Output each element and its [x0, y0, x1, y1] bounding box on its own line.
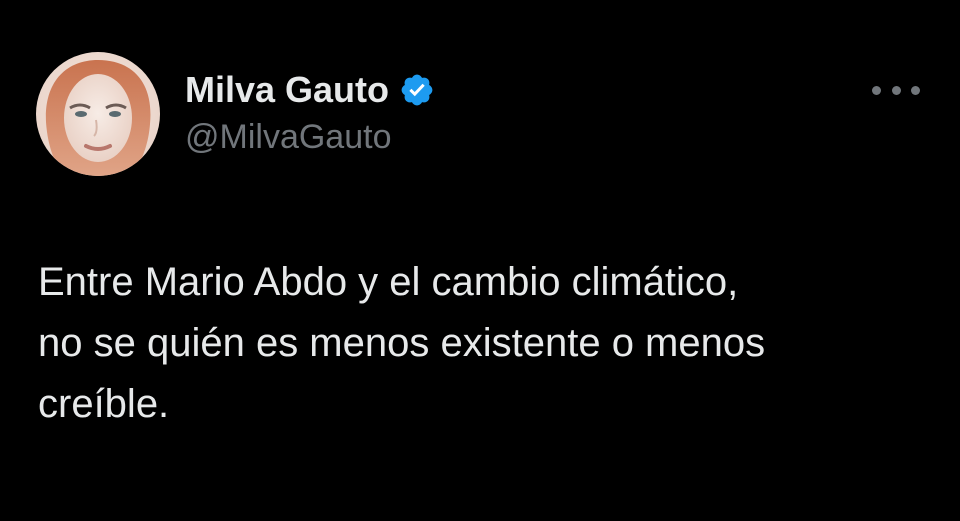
tweet-text: Entre Mario Abdo y el cambio climático, … — [38, 252, 928, 435]
tweet-text-line: Entre Mario Abdo y el cambio climático, — [38, 260, 739, 304]
display-name[interactable]: Milva Gauto — [185, 69, 389, 111]
more-dot — [911, 85, 920, 95]
more-dot — [872, 85, 881, 95]
verified-badge-icon[interactable] — [399, 72, 435, 108]
more-horizontal-icon[interactable] — [872, 76, 920, 104]
profile-photo — [36, 52, 160, 176]
tweet-text-line: no se quién es menos existente o menos — [38, 321, 766, 365]
avatar[interactable] — [36, 52, 160, 176]
author-name-row: Milva Gauto — [185, 66, 435, 114]
author-handle[interactable]: @MilvaGauto — [185, 118, 391, 157]
more-dot — [891, 85, 901, 95]
tweet-text-line: creíble. — [38, 382, 170, 426]
tweet-card: Milva Gauto @MilvaGauto Entre Mario Abdo… — [0, 0, 960, 521]
